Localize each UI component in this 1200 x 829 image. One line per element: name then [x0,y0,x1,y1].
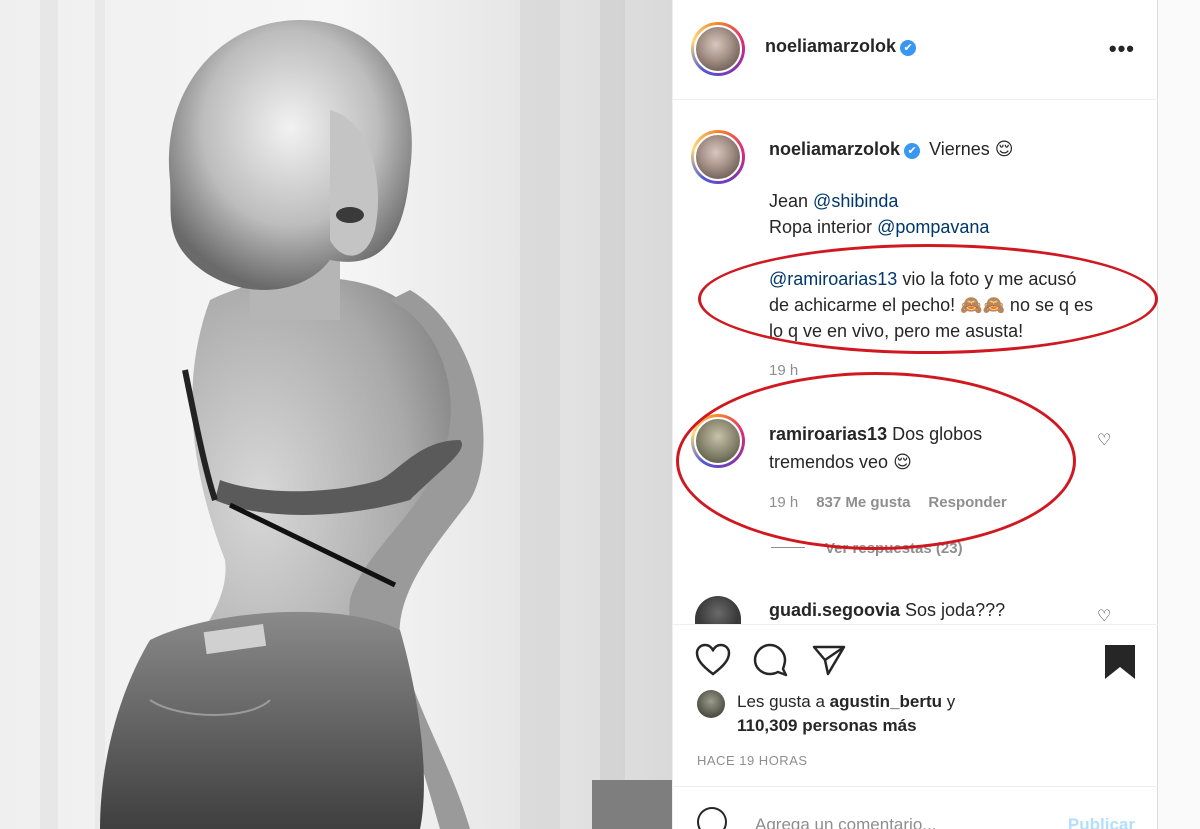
comment-item: guadi.segoovia Sos joda??? [769,596,1099,624]
verified-icon: ✔ [904,143,921,159]
author-username[interactable]: noeliamarzolok [765,36,896,56]
post-photo[interactable] [0,0,672,829]
post-header: noeliamarzolok ✔ ••• [673,0,1159,100]
heart-icon[interactable] [695,643,731,682]
liker-username[interactable]: agustin_bertu [830,692,942,711]
commenter-avatar[interactable] [691,414,745,468]
caption-para-line3: lo q ve en vivo, pero me asusta! [769,321,1024,341]
caption-title: Viernes 😌 [929,139,1014,159]
mention-pompavana[interactable]: @pompavana [877,217,989,237]
caption-time: 19 h [769,362,799,379]
more-options-icon[interactable]: ••• [1109,36,1135,62]
view-replies-button[interactable]: Ver respuestas (23) [771,540,963,557]
caption: noeliamarzolok ✔ Viernes 😌 Jean @shibinda… [769,136,1129,384]
comment-text-line1: Dos globos [887,424,983,444]
add-comment-bar: Agrega un comentario... Publicar [673,786,1159,829]
comment-input[interactable]: Agrega un comentario... [755,815,936,829]
post-panel: noeliamarzolok ✔ ••• noeliamarzolok ✔ Vier… [672,0,1159,829]
page-gutter [1158,0,1200,829]
comment-icon[interactable] [753,643,789,682]
comment-reply-button[interactable]: Responder [928,494,1006,511]
comment-meta: 19 h 837 Me gusta Responder [769,494,1025,511]
comment-username[interactable]: ramiroarias13 [769,424,887,444]
likes-count[interactable]: 110,309 personas más [737,714,955,738]
publish-button[interactable]: Publicar [1068,815,1135,829]
commenter-avatar[interactable] [695,596,741,624]
comment-like-heart-icon[interactable]: ♡ [1097,606,1111,624]
comment-likes[interactable]: 837 Me gusta [816,494,910,511]
comment-time: 19 h [769,494,799,511]
caption-ropa-label: Ropa interior [769,217,878,237]
comment-text: Sos joda??? [900,600,1006,620]
emoji-icon[interactable] [697,807,727,829]
comment-text-line2: tremendos veo 😌 [769,452,912,472]
likes-summary[interactable]: Les gusta a agustin_bertu y 110,309 pers… [737,690,955,738]
post-timestamp: HACE 19 HORAS [697,753,808,768]
author-avatar[interactable] [691,22,745,76]
caption-username[interactable]: noeliamarzolok [769,139,900,159]
photo-illustration [0,0,672,829]
comment-like-heart-icon[interactable]: ♡ [1097,430,1111,450]
caption-avatar[interactable] [691,130,745,184]
comment-item: ramiroarias13 Dos globos tremendos veo 😌 [769,420,1099,476]
mention-shibinda[interactable]: @shibinda [813,191,898,211]
header-user: noeliamarzolok ✔ [765,36,917,57]
caption-para-line2: de achicarme el pecho! 🙈🙈 no se q es [769,295,1093,315]
verified-icon: ✔ [900,40,917,56]
caption-para-line1: vio la foto y me acusó [897,269,1077,289]
comment-username[interactable]: guadi.segoovia [769,600,900,620]
liker-avatar[interactable] [697,690,725,718]
mention-ramiroarias13[interactable]: @ramiroarias13 [769,269,897,289]
caption-jean-label: Jean [769,191,814,211]
bookmark-icon[interactable] [1103,643,1137,686]
share-icon[interactable] [811,643,847,682]
